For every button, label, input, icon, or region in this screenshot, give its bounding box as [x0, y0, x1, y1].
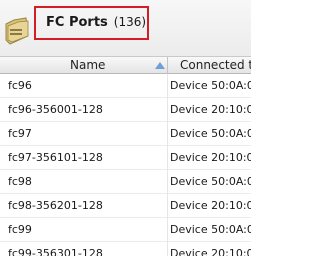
table-body: fc96 Device 50:0A:0 fc96-356001-128 Devi…: [0, 74, 251, 256]
connected-to-cell: Device 50:0A:0: [170, 79, 251, 92]
cell-divider: [167, 194, 168, 218]
column-header-name[interactable]: Name: [0, 57, 168, 74]
folder-icon: [5, 17, 29, 45]
table-row[interactable]: fc99 Device 50:0A:0: [0, 218, 251, 242]
table-row[interactable]: fc96-356001-128 Device 20:10:0: [0, 98, 251, 122]
cell-divider: [167, 146, 168, 170]
connected-to-cell: Device 20:10:0: [170, 199, 251, 212]
column-header-name-label: Name: [70, 58, 106, 72]
port-name-cell: fc96: [8, 79, 32, 92]
fc-ports-panel: FC Ports (136) Name Connected to fc96 Dev…: [0, 0, 251, 256]
connected-to-cell: Device 20:10:0: [170, 103, 251, 116]
table-row[interactable]: fc97-356101-128 Device 20:10:0: [0, 146, 251, 170]
port-name-cell: fc98-356201-128: [8, 199, 103, 212]
sort-ascending-icon: [155, 62, 165, 69]
connected-to-cell: Device 20:10:0: [170, 151, 251, 164]
cell-divider: [167, 98, 168, 122]
panel-title-highlight: FC Ports (136): [34, 6, 149, 40]
panel-title: FC Ports (136): [46, 15, 146, 30]
cell-divider: [167, 218, 168, 242]
connected-to-cell: Device 20:10:0: [170, 247, 251, 256]
connected-to-cell: Device 50:0A:0: [170, 175, 251, 188]
column-header-connected-to[interactable]: Connected to: [168, 57, 251, 74]
port-name-cell: fc99: [8, 223, 32, 236]
cell-divider: [167, 74, 168, 98]
panel-count: (136): [113, 15, 147, 29]
connected-to-cell: Device 50:0A:0: [170, 127, 251, 140]
table-header: Name Connected to: [0, 56, 251, 74]
port-name-cell: fc98: [8, 175, 32, 188]
cell-divider: [167, 122, 168, 146]
port-name-cell: fc96-356001-128: [8, 103, 103, 116]
panel-header: FC Ports (136): [0, 0, 251, 56]
port-name-cell: fc97-356101-128: [8, 151, 103, 164]
connected-to-cell: Device 50:0A:0: [170, 223, 251, 236]
cell-divider: [167, 242, 168, 256]
cell-divider: [167, 170, 168, 194]
table-row[interactable]: fc98-356201-128 Device 20:10:0: [0, 194, 251, 218]
panel-title-text: FC Ports: [46, 15, 108, 30]
column-header-connected-to-label: Connected to: [180, 58, 251, 72]
port-name-cell: fc99-356301-128: [8, 247, 103, 256]
port-name-cell: fc97: [8, 127, 32, 140]
table-row[interactable]: fc96 Device 50:0A:0: [0, 74, 251, 98]
table-row[interactable]: fc97 Device 50:0A:0: [0, 122, 251, 146]
table-row[interactable]: fc98 Device 50:0A:0: [0, 170, 251, 194]
table-row[interactable]: fc99-356301-128 Device 20:10:0: [0, 242, 251, 256]
